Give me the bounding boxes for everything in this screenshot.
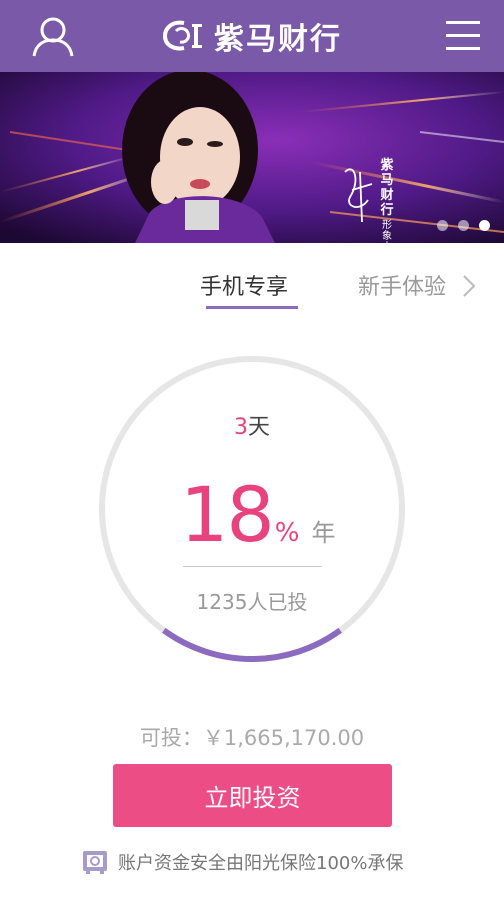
rate-value: 18: [180, 470, 275, 559]
term-days-value: 3: [233, 415, 248, 440]
hamburger-menu-icon[interactable]: [440, 14, 486, 58]
annual-rate: 18 % 年: [180, 470, 335, 560]
brand-logo-icon: [162, 20, 202, 51]
banner-dot-active[interactable]: [479, 220, 490, 231]
tab-newbie-experience[interactable]: 新手体验: [358, 269, 446, 301]
safety-note: 账户资金安全由阳光保险100%承保: [82, 848, 403, 876]
app-screen: 紫马财行 紫马财行 形象 手机专享 新手体验 3天 18 % 年 1235人已投…: [0, 0, 504, 898]
user-icon[interactable]: [28, 12, 78, 62]
banner-vertical-subtitle: 形象大使: [382, 220, 392, 243]
promo-banner[interactable]: 紫马财行 形象大使: [0, 72, 504, 243]
product-tabs: 手机专享 新手体验: [0, 243, 504, 317]
tab-mobile-exclusive[interactable]: 手机专享: [200, 269, 288, 301]
banner-pagination: [437, 220, 490, 231]
term-days-unit: 天: [247, 415, 270, 440]
investor-count: 1235人已投: [196, 590, 308, 614]
available-amount: 可投：￥1,665,170.00: [139, 726, 365, 750]
tab-active-indicator: [206, 306, 298, 309]
rate-unit: 年: [311, 519, 336, 547]
brand-name: 紫马财行: [214, 22, 342, 57]
banner-dot[interactable]: [437, 220, 448, 231]
divider: [183, 566, 322, 567]
invest-now-button[interactable]: 立即投资: [113, 764, 392, 827]
brand: 紫马财行: [162, 14, 342, 58]
term-days: 3天: [0, 409, 504, 441]
chevron-right-icon[interactable]: [458, 272, 480, 300]
top-header: 紫马财行: [0, 0, 504, 72]
progress-ring-fill: [162, 627, 342, 662]
banner-vertical-title: 紫马财行: [380, 158, 394, 218]
banner-dot[interactable]: [458, 220, 469, 231]
rate-percent-symbol: %: [274, 518, 300, 548]
banner-image: [0, 72, 504, 243]
safety-text: 账户资金安全由阳光保险100%承保: [118, 853, 404, 874]
safe-box-icon: [83, 851, 107, 874]
